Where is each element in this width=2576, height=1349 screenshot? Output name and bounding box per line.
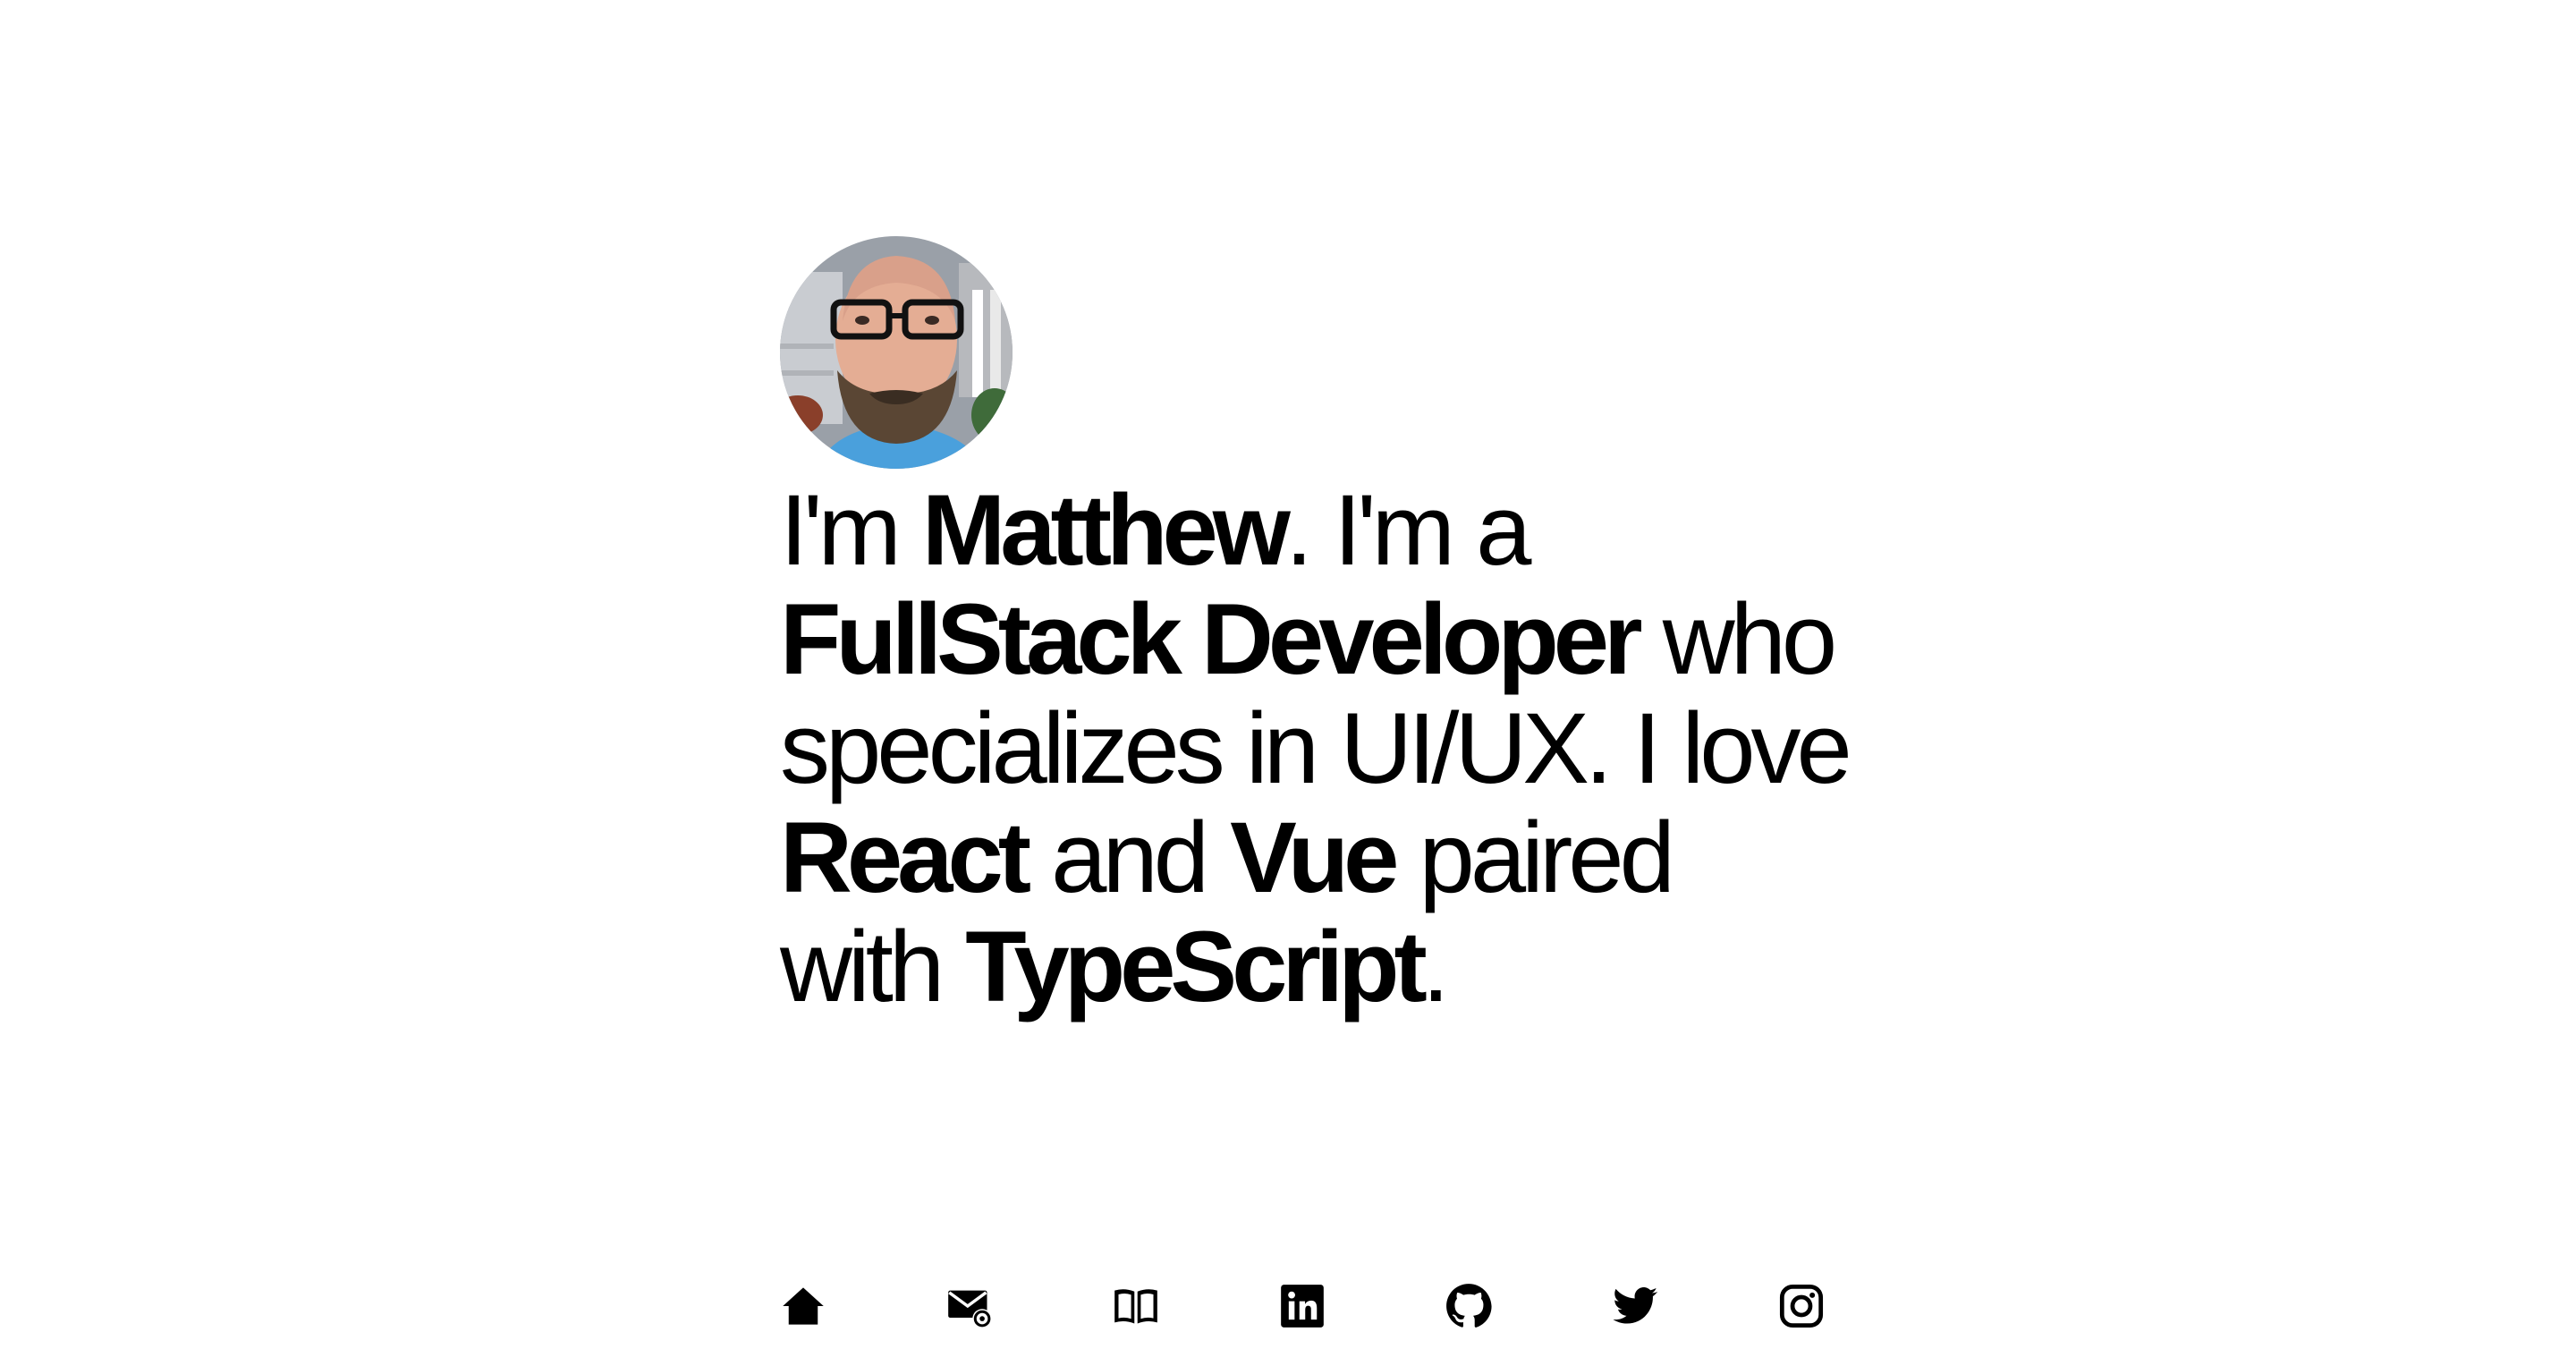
- github-icon: [1446, 1284, 1492, 1328]
- react-highlight: React: [780, 802, 1031, 913]
- instagram-icon: [1779, 1284, 1824, 1328]
- role-highlight: FullStack Developer: [780, 583, 1643, 695]
- home-link[interactable]: [780, 1283, 946, 1333]
- avatar: [780, 236, 1013, 469]
- email-icon: [948, 1290, 992, 1328]
- name-highlight: Matthew: [921, 474, 1291, 586]
- intro-text-part: .: [1421, 911, 1450, 1022]
- instagram-link[interactable]: [1778, 1283, 1945, 1333]
- typescript-highlight: TypeScript: [965, 911, 1427, 1022]
- blog-link[interactable]: [1113, 1283, 1279, 1333]
- intro-text-part: . I'm a: [1284, 474, 1531, 586]
- intro-text-part: I'm: [780, 474, 922, 586]
- book-icon: [1114, 1289, 1157, 1324]
- email-link[interactable]: [946, 1283, 1113, 1333]
- github-link[interactable]: [1445, 1283, 1612, 1333]
- home-icon: [783, 1287, 824, 1325]
- intro-text: I'm Matthew. I'm a FullStack Developer w…: [780, 476, 1853, 1022]
- twitter-link[interactable]: [1612, 1283, 1778, 1333]
- linkedin-link[interactable]: [1279, 1283, 1445, 1333]
- vue-highlight: Vue: [1230, 802, 1399, 913]
- social-nav: [780, 1283, 1945, 1333]
- intro-text-part: and: [1026, 802, 1231, 913]
- linkedin-icon: [1281, 1285, 1324, 1328]
- intro-section: I'm Matthew. I'm a FullStack Developer w…: [780, 236, 1853, 1328]
- avatar-photo: [780, 236, 1013, 469]
- twitter-icon: [1613, 1286, 1658, 1324]
